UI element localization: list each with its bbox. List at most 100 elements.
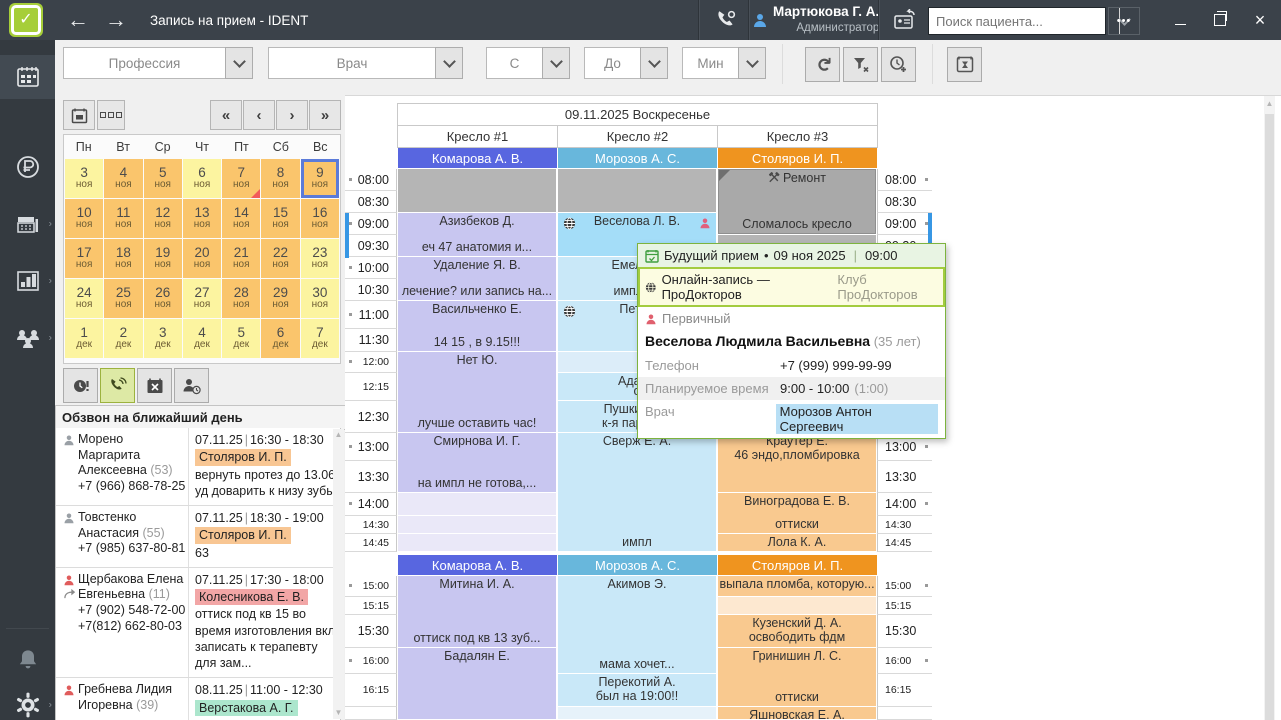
appointment-block[interactable]: Бадалян Е. <box>398 648 556 719</box>
next-month-button[interactable]: » <box>309 100 341 130</box>
combo-value[interactable]: Мин <box>682 47 738 79</box>
appointment-block[interactable]: Сверж Е. А.импл <box>558 433 716 551</box>
appointment-block[interactable]: Удаление Я. В.лечение? или запись на... <box>398 257 556 300</box>
sidebar-item-staff[interactable]: › <box>0 316 55 360</box>
next-week-button[interactable]: › <box>276 100 308 130</box>
patient-card-return-button[interactable] <box>886 0 924 40</box>
calendar-day[interactable]: 6ноя <box>183 159 221 198</box>
call-list-scrollbar[interactable]: ▲ ▼ <box>333 429 344 719</box>
calendar-day[interactable]: 4дек <box>183 319 221 358</box>
calendar-day[interactable]: 23ноя <box>301 239 339 278</box>
refresh-button[interactable]: ↻ <box>805 47 840 82</box>
calendar-day[interactable]: 13ноя <box>183 199 221 238</box>
calendar-day[interactable]: 7ноя <box>222 159 260 198</box>
combo-value[interactable]: Врач <box>268 47 435 79</box>
calendar-day[interactable]: 26ноя <box>144 279 182 318</box>
call-list-item[interactable]: Гребнева Лидия Игоревна (39)08.11.25|11:… <box>56 677 340 720</box>
search-more-button[interactable]: ••• <box>1108 7 1140 35</box>
free-slot[interactable] <box>558 707 716 719</box>
sidebar-item-payments[interactable] <box>0 145 55 189</box>
maximize-button[interactable] <box>1200 0 1240 40</box>
free-slot[interactable] <box>398 534 556 551</box>
calendar-day[interactable]: 28ноя <box>222 279 260 318</box>
calendar-day[interactable]: 6дек <box>261 319 299 358</box>
calendar-day[interactable]: 10ноя <box>65 199 103 238</box>
sidebar-item-cashbox[interactable]: › <box>0 202 55 246</box>
calendar-day[interactable]: 27ноя <box>183 279 221 318</box>
scroll-down-icon[interactable]: ▼ <box>333 707 344 719</box>
calendar-day[interactable]: 29ноя <box>261 279 299 318</box>
calendar-day[interactable]: 12ноя <box>144 199 182 238</box>
patients-waiting-button[interactable] <box>174 368 209 403</box>
patient-search-input[interactable] <box>929 8 1119 34</box>
prev-week-button[interactable]: ‹ <box>243 100 275 130</box>
calendar-day[interactable]: 5ноя <box>144 159 182 198</box>
calendar-day[interactable]: 15ноя <box>261 199 299 238</box>
call-list-item[interactable]: Товстенко Анастасия (55)+7 (985) 637-80-… <box>56 505 340 567</box>
combo-dropdown-button[interactable] <box>542 47 570 79</box>
calendar-options-button[interactable] <box>97 100 125 130</box>
appointment-block[interactable]: РемонтСломалось кресло <box>718 169 876 234</box>
scrollbar-thumb[interactable] <box>1265 114 1274 720</box>
appointment-block[interactable]: Нет Ю.лучше оставить час! <box>398 352 556 432</box>
calendar-day[interactable]: 30ноя <box>301 279 339 318</box>
back-button[interactable]: ← <box>60 0 96 40</box>
free-slot[interactable] <box>398 169 556 212</box>
forward-button[interactable]: → <box>98 0 134 40</box>
calendar-day[interactable]: 5дек <box>222 319 260 358</box>
appointment-block[interactable]: Краутер Е.46 эндо,пломбировка <box>718 433 876 492</box>
waiting-list-button[interactable] <box>947 47 982 82</box>
calendar-day[interactable]: 9ноя <box>301 159 339 198</box>
prev-month-button[interactable]: « <box>210 100 242 130</box>
calendar-day[interactable]: 22ноя <box>261 239 299 278</box>
calendar-day[interactable]: 11ноя <box>104 199 142 238</box>
scroll-up-icon[interactable]: ▲ <box>333 429 344 441</box>
sidebar-item-schedule[interactable] <box>0 55 55 99</box>
appointment-block[interactable]: Азизбеков Д.еч 47 анатомия и... <box>398 213 556 256</box>
calendar-day[interactable]: 19ноя <box>144 239 182 278</box>
calendar-day[interactable]: 24ноя <box>65 279 103 318</box>
call-list-button[interactable] <box>100 368 135 403</box>
calendar-day[interactable]: 16ноя <box>301 199 339 238</box>
doctor-band[interactable]: Морозов А. С. <box>558 555 717 575</box>
calendar-day[interactable]: 25ноя <box>104 279 142 318</box>
schedule-scrollbar[interactable]: ▲ <box>1264 96 1275 720</box>
calendar-day[interactable]: 20ноя <box>183 239 221 278</box>
appointment-block[interactable]: Васильченко Е.14 15 , в 9.15!!! <box>398 301 556 351</box>
free-slot[interactable] <box>718 597 876 614</box>
sidebar-item-reports[interactable]: › <box>0 259 55 303</box>
calendar-day[interactable]: 3дек <box>144 319 182 358</box>
free-slot[interactable] <box>558 169 716 212</box>
appointment-block[interactable]: Митина И. А.оттиск под кв 13 зуб... <box>398 576 556 647</box>
sidebar-item-settings[interactable]: › <box>0 683 55 720</box>
calendar-day[interactable]: 2дек <box>104 319 142 358</box>
calendar-day[interactable]: 21ноя <box>222 239 260 278</box>
overdue-calls-button[interactable] <box>63 368 98 403</box>
appointment-block[interactable]: Лола К. А. <box>718 534 876 551</box>
calendar-day[interactable]: 17ноя <box>65 239 103 278</box>
call-list-item[interactable]: Морено Маргарита Алексеевна (53)+7 (966)… <box>56 428 340 505</box>
calendar-day[interactable]: 4ноя <box>104 159 142 198</box>
minimize-button[interactable] <box>1160 0 1200 40</box>
current-user[interactable]: Мартюкова Г. А. Администратор <box>752 0 879 40</box>
close-button[interactable]: × <box>1240 0 1280 40</box>
calendar-day[interactable]: 3ноя <box>65 159 103 198</box>
calendar-day[interactable]: 7дек <box>301 319 339 358</box>
call-list-item[interactable]: Щербакова Елена Евгеньевна (11)+7 (902) … <box>56 567 340 678</box>
appointment-block[interactable]: Гринишин Л. С.оттиски <box>718 648 876 706</box>
free-slot[interactable] <box>398 493 556 515</box>
scroll-up-icon[interactable]: ▲ <box>1264 99 1275 108</box>
combo-value[interactable]: До <box>584 47 640 79</box>
cancelled-appointments-button[interactable] <box>137 368 172 403</box>
goto-today-button[interactable] <box>63 100 95 130</box>
combo-dropdown-button[interactable] <box>225 47 253 79</box>
appointment-block[interactable]: Акимов Э.мама хочет... <box>558 576 716 673</box>
calendar-day[interactable]: 8ноя <box>261 159 299 198</box>
appointment-block[interactable]: выпала пломба, которую... <box>718 576 876 596</box>
combo-dropdown-button[interactable] <box>738 47 766 79</box>
sidebar-item-notifications[interactable] <box>0 638 55 682</box>
combo-dropdown-button[interactable] <box>435 47 463 79</box>
calendar-day[interactable]: 1дек <box>65 319 103 358</box>
combo-value[interactable]: Профессия <box>63 47 225 79</box>
appointment-block[interactable]: Смирнова И. Г.на импл не готова,... <box>398 433 556 492</box>
